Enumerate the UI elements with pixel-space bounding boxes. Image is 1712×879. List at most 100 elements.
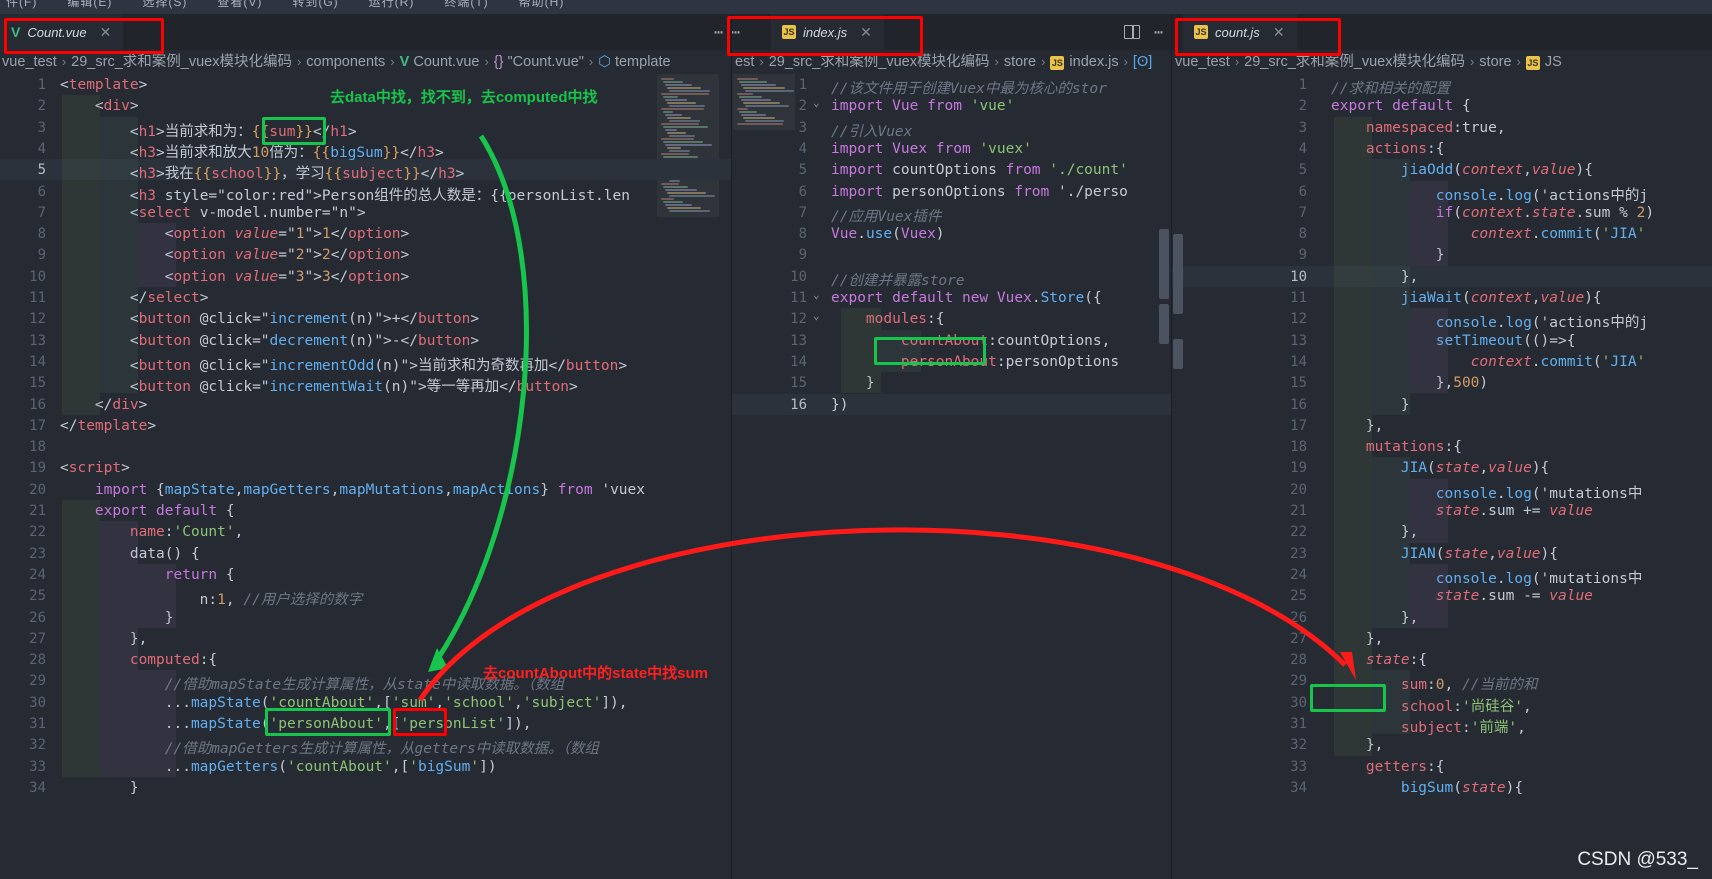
line-number: 3 bbox=[37, 119, 46, 136]
menu-item[interactable]: 查看(V) bbox=[217, 0, 262, 9]
line-number: 4 bbox=[798, 140, 807, 157]
more-actions-icon[interactable]: ⋯ bbox=[731, 23, 740, 41]
breadcrumb-item[interactable]: vue_test bbox=[1175, 54, 1230, 70]
breadcrumb-separator: › bbox=[759, 54, 764, 69]
tab-index-js[interactable]: JS index.js ✕ bbox=[771, 14, 884, 50]
indent-block bbox=[881, 329, 921, 373]
code-line[interactable]: //引入Vuex bbox=[831, 120, 912, 141]
indent-block bbox=[1372, 159, 1410, 415]
menu-item[interactable]: 选择(S) bbox=[142, 0, 187, 9]
scrollbar[interactable] bbox=[1159, 304, 1169, 344]
code-line[interactable]: Vue.use(Vuex) bbox=[831, 226, 945, 242]
breadcrumb-item[interactable]: index.js bbox=[1069, 54, 1118, 70]
breadcrumb-item[interactable]: components bbox=[306, 54, 385, 70]
code-line[interactable]: import {mapState,mapGetters,mapMutations… bbox=[60, 482, 645, 498]
line-number: 18 bbox=[29, 439, 46, 456]
code-editor-2[interactable]: 1 //该文件用于创建Vuex中最为核心的stor 2 import Vue from… bbox=[731, 74, 1171, 874]
menu-item[interactable]: 帮助(H) bbox=[519, 0, 565, 9]
breadcrumb-item[interactable]: 29_src_求和案例_vuex模块化编码 bbox=[769, 54, 990, 70]
breadcrumb-item[interactable]: "Count.vue" bbox=[508, 54, 584, 70]
menu-item[interactable]: 终端(T) bbox=[444, 0, 488, 9]
scrollbar[interactable] bbox=[1173, 339, 1183, 369]
code-line[interactable]: }) bbox=[831, 397, 848, 413]
code-line[interactable]: import personOptions from './perso bbox=[831, 184, 1128, 200]
line-number: 27 bbox=[29, 630, 46, 647]
code-editor-1[interactable]: 1 <template> 2 <div> 3 <h1>当前求和为：{{sum}}</h… bbox=[0, 74, 731, 874]
code-line[interactable]: bigSum(state){ bbox=[1331, 780, 1523, 796]
line-number: 4 bbox=[37, 140, 46, 157]
code-line[interactable]: <template> bbox=[60, 77, 147, 93]
close-icon[interactable]: ✕ bbox=[1273, 24, 1285, 41]
line-number: 21 bbox=[29, 503, 46, 519]
breadcrumb-1[interactable]: vue_test › 29_src_求和案例_vuex模块化编码 › component… bbox=[0, 50, 731, 74]
line-number: 6 bbox=[798, 183, 807, 200]
pane-divider-1[interactable] bbox=[731, 14, 732, 879]
close-icon[interactable]: ✕ bbox=[100, 24, 112, 41]
fold-chevron-icon[interactable]: ⌄ bbox=[813, 309, 820, 322]
breadcrumb-item[interactable]: store bbox=[1479, 54, 1511, 70]
js-icon: JS bbox=[1525, 56, 1540, 70]
code-line[interactable]: <script> bbox=[60, 460, 130, 476]
code-line[interactable]: //该文件用于创建Vuex中最为核心的stor bbox=[831, 77, 1107, 98]
breadcrumb-item[interactable]: Count.vue bbox=[413, 54, 479, 70]
more-actions-icon[interactable]: ⋯ bbox=[1154, 23, 1163, 41]
pane-divider-2[interactable] bbox=[1171, 14, 1172, 879]
code-line[interactable]: } bbox=[60, 780, 139, 796]
breadcrumb-item[interactable]: vue_test bbox=[2, 54, 57, 70]
tab-actions-1[interactable]: ⋯ bbox=[714, 14, 723, 50]
breadcrumb-3[interactable]: vue_test › 29_src_求和案例_vuex模块化编码 › store › JS J… bbox=[1171, 50, 1712, 74]
breadcrumb-item[interactable]: template bbox=[615, 54, 671, 70]
code-line[interactable]: </template> bbox=[60, 418, 156, 434]
code-line[interactable]: <h3 style="color:red">Person组件的总人数是：{{pe… bbox=[60, 184, 630, 205]
breadcrumb-2[interactable]: est › 29_src_求和案例_vuex模块化编码 › store › JS index.… bbox=[731, 50, 1171, 74]
line-number: 11 bbox=[790, 290, 807, 306]
object-icon: {} bbox=[493, 54, 508, 70]
line-number: 10 bbox=[790, 268, 807, 285]
code-editor-3[interactable]: 1//求和相关的配置 2 export default {3 namespaced:… bbox=[1171, 74, 1712, 874]
menu-bar-items[interactable]: 件(F) 编辑(E) 选择(S) 查看(V) 转到(G) 运行(R) 终端(T) 帮助(H) bbox=[6, 0, 1712, 10]
tab-count-vue[interactable]: V Count.vue ✕ bbox=[0, 14, 124, 50]
line-number: 13 bbox=[1290, 332, 1307, 349]
code-line[interactable]: export default new Vuex.Store({ bbox=[831, 290, 1102, 306]
minimap-slider[interactable] bbox=[657, 74, 719, 217]
menu-item[interactable]: 件(F) bbox=[6, 0, 37, 9]
code-line[interactable]: //应用Vuex插件 bbox=[831, 205, 941, 226]
tab-count-js[interactable]: JS count.js ✕ bbox=[1183, 14, 1297, 50]
menu-bar[interactable]: 件(F) 编辑(E) 选择(S) 查看(V) 转到(G) 运行(R) 终端(T) 帮助(H) bbox=[0, 0, 1712, 14]
line-number: 16 bbox=[29, 396, 46, 413]
code-line[interactable]: <button @click="incrementOdd(n)">当前求和为奇数… bbox=[60, 354, 627, 375]
scrollbar[interactable] bbox=[1159, 229, 1169, 299]
close-icon[interactable]: ✕ bbox=[860, 24, 872, 41]
code-line[interactable]: import Vuex from 'vuex' bbox=[831, 141, 1032, 157]
breadcrumb-separator: › bbox=[61, 54, 67, 69]
split-editor-icon[interactable] bbox=[1123, 25, 1140, 39]
code-line[interactable]: import countOptions from './count' bbox=[831, 162, 1128, 178]
more-actions-icon[interactable]: ⋯ bbox=[714, 23, 723, 41]
code-line[interactable]: getters:{ bbox=[1331, 759, 1445, 775]
minimap-1[interactable] bbox=[657, 74, 719, 874]
menu-item[interactable]: 转到(G) bbox=[292, 0, 338, 9]
line-number: 32 bbox=[1290, 737, 1307, 754]
tab-actions-2-left[interactable]: ⋯ bbox=[731, 14, 740, 50]
code-line[interactable]: //创建并暴露store bbox=[831, 269, 965, 290]
line-number: 15 bbox=[1290, 375, 1307, 392]
line-number: 26 bbox=[29, 609, 46, 626]
fold-chevron-icon[interactable]: ⌄ bbox=[813, 96, 820, 109]
js-icon: JS bbox=[1194, 25, 1208, 39]
breadcrumb-item[interactable]: 29_src_求和案例_vuex模块化编码 bbox=[71, 54, 292, 70]
menu-item[interactable]: 运行(R) bbox=[369, 0, 415, 9]
editor-pane-count-vue: V Count.vue ✕ ⋯ vue_test › 29_src_求和案例_vue… bbox=[0, 14, 731, 879]
code-line[interactable]: export default { bbox=[1331, 98, 1471, 114]
line-number: 21 bbox=[1290, 503, 1307, 519]
breadcrumb-item[interactable]: store bbox=[1004, 54, 1036, 70]
menu-item[interactable]: 编辑(E) bbox=[67, 0, 112, 9]
fold-chevron-icon[interactable]: ⌄ bbox=[813, 288, 820, 301]
breadcrumb-item[interactable]: est bbox=[735, 54, 754, 70]
code-line[interactable]: //求和相关的配置 bbox=[1331, 77, 1450, 98]
scrollbar[interactable] bbox=[1173, 234, 1183, 314]
code-line[interactable]: import Vue from 'vue' bbox=[831, 98, 1014, 114]
breadcrumb-item[interactable]: JS bbox=[1545, 54, 1562, 70]
tab-actions-2[interactable]: ⋯ bbox=[1123, 14, 1163, 50]
breadcrumb-item[interactable]: 29_src_求和案例_vuex模块化编码 bbox=[1244, 54, 1465, 70]
breadcrumb-separator: › bbox=[1469, 54, 1475, 69]
